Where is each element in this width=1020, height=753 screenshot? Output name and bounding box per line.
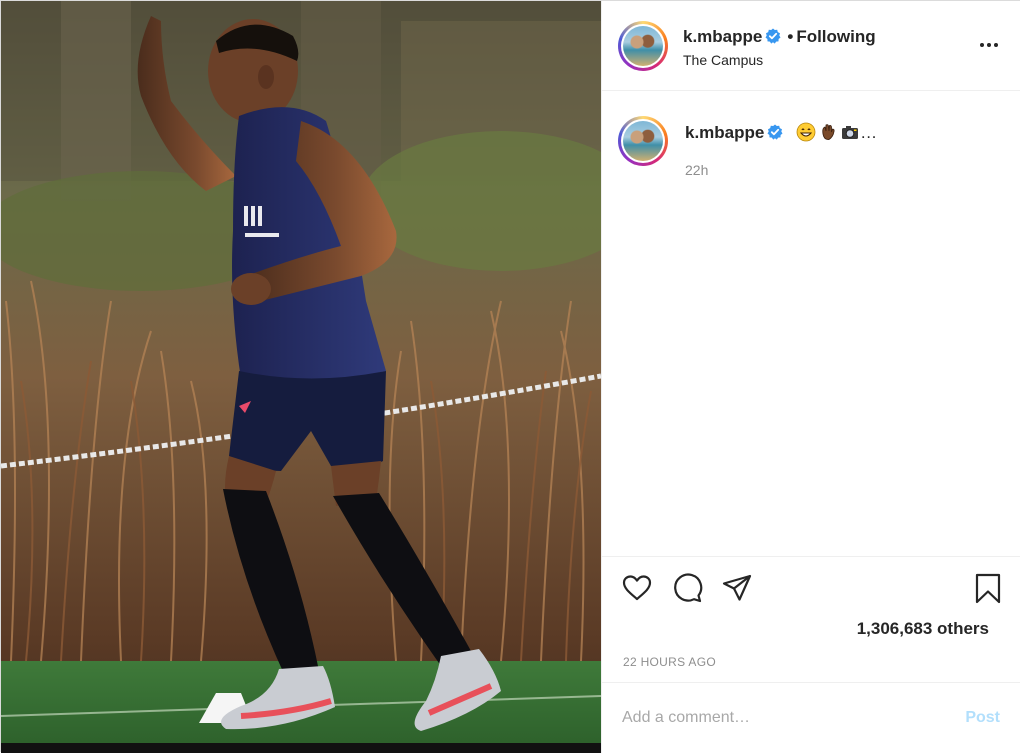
save-bookmark-icon[interactable] xyxy=(972,572,1004,604)
post-location[interactable]: The Campus xyxy=(683,52,763,68)
verified-badge-icon xyxy=(767,124,783,140)
author-username[interactable]: k.mbappe xyxy=(683,27,762,46)
actions-section: 1,306,683 others 22 HOURS AGO xyxy=(602,556,1020,682)
verified-badge-icon xyxy=(765,28,781,44)
caption-line: k.mbappe … xyxy=(685,122,877,143)
post-photo[interactable] xyxy=(1,1,601,753)
author-line: k.mbappe • Following xyxy=(683,27,876,47)
likes-count[interactable]: 1,306,683 others xyxy=(857,619,989,639)
waving-hand-icon xyxy=(822,124,835,140)
heart-icon[interactable] xyxy=(621,572,653,604)
caption-username[interactable]: k.mbappe xyxy=(685,123,764,142)
share-icon[interactable] xyxy=(721,572,753,604)
caption-ellipsis: … xyxy=(860,123,878,142)
instagram-post: k.mbappe •Following The Campus k.mbappe xyxy=(0,0,1020,753)
caption-section: k.mbappe … 22h xyxy=(602,92,1020,556)
post-header: k.mbappe • Following The Campus xyxy=(602,1,1020,91)
comment-input[interactable] xyxy=(622,705,942,731)
post-time-ago[interactable]: 22 HOURS AGO xyxy=(623,655,716,669)
post-comment-button[interactable]: Post xyxy=(965,709,1000,727)
caption-timestamp[interactable]: 22h xyxy=(685,162,708,178)
comment-form: Post xyxy=(602,682,1020,753)
caption-author-avatar[interactable] xyxy=(618,116,668,166)
more-options-icon[interactable] xyxy=(977,37,1001,53)
author-avatar[interactable] xyxy=(618,21,668,71)
following-button[interactable]: Following xyxy=(796,27,875,46)
grinning-face-icon xyxy=(796,122,816,142)
separator-dot: • xyxy=(787,27,794,46)
photo-illustration xyxy=(1,1,601,753)
camera-icon xyxy=(842,126,859,139)
post-details-panel: k.mbappe •Following The Campus k.mbappe xyxy=(601,1,1020,753)
comment-icon[interactable] xyxy=(671,572,703,604)
